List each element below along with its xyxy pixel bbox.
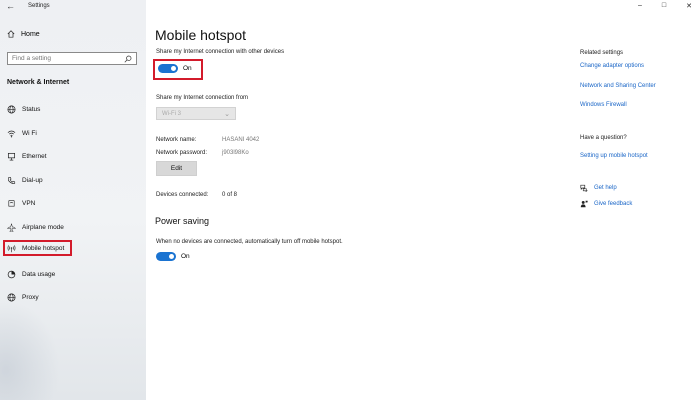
network-name-key: Network name:: [156, 137, 197, 143]
home-link[interactable]: Home: [7, 30, 40, 38]
sidebar-item-label: Mobile hotspot: [22, 244, 65, 252]
title-bar: ← Settings: [0, 0, 146, 14]
main-panel: – □ ✕ Mobile hotspot Share my Internet c…: [146, 0, 700, 400]
give-feedback-link[interactable]: Give feedback: [580, 200, 632, 208]
network-password-value: j903l98Ko: [222, 150, 249, 156]
page-title: Mobile hotspot: [155, 27, 247, 43]
sidebar-item-proxy[interactable]: Proxy: [5, 289, 39, 305]
sidebar-item-status[interactable]: Status: [5, 101, 40, 117]
search-input[interactable]: [8, 55, 118, 62]
change-adapter-options-link[interactable]: Change adapter options: [580, 63, 644, 69]
sidebar-item-vpn[interactable]: VPN: [5, 195, 35, 211]
power-saving-toggle[interactable]: On: [156, 252, 190, 261]
maximize-button[interactable]: □: [662, 2, 666, 10]
section-title: Network & Internet: [7, 79, 70, 86]
sidebar-item-data-usage[interactable]: Data usage: [5, 266, 55, 282]
feedback-person-icon: [580, 200, 588, 208]
devices-connected-key: Devices connected:: [156, 192, 209, 198]
share-from-label: Share my Internet connection from: [156, 95, 249, 101]
sidebar-item-label: Data usage: [22, 270, 56, 278]
sidebar-item-label: Ethernet: [22, 152, 47, 160]
windows-firewall-link[interactable]: Windows Firewall: [580, 102, 627, 108]
ethernet-icon: [7, 152, 16, 160]
home-label: Home: [21, 30, 40, 38]
sidebar-item-wifi[interactable]: Wi Fi: [5, 125, 37, 141]
network-sharing-center-link[interactable]: Network and Sharing Center: [580, 83, 656, 89]
proxy-globe-icon: [7, 293, 16, 301]
sidebar-item-label: Airplane mode: [22, 223, 64, 231]
search-icon[interactable]: [124, 55, 132, 63]
minimize-button[interactable]: –: [638, 2, 642, 10]
close-button[interactable]: ✕: [686, 2, 692, 10]
network-name-value: HASANI 4042: [222, 137, 260, 143]
app-title: Settings: [28, 3, 50, 9]
sidebar-item-label: VPN: [22, 199, 36, 207]
chat-help-icon: [580, 184, 588, 192]
edit-button[interactable]: Edit: [156, 161, 197, 176]
share-from-value: Wi-Fi 3: [162, 110, 181, 117]
give-feedback-label: Give feedback: [594, 201, 633, 207]
globe-icon: [7, 105, 16, 113]
share-toggle[interactable]: On: [158, 64, 192, 73]
power-saving-desc: When no devices are connected, automatic…: [156, 239, 343, 245]
sidebar-item-ethernet[interactable]: Ethernet: [5, 148, 47, 164]
window-controls: – □ ✕: [638, 2, 692, 10]
sidebar-item-label: Wi Fi: [22, 129, 37, 137]
sidebar-item-label: Status: [22, 105, 41, 113]
sidebar-item-mobile-hotspot[interactable]: Mobile hotspot: [3, 240, 73, 256]
phone-icon: [8, 176, 16, 184]
wifi-icon: [7, 130, 16, 137]
related-settings-title: Related settings: [580, 50, 624, 56]
share-from-select[interactable]: Wi-Fi 3 ⌄: [156, 107, 236, 120]
search-box[interactable]: [7, 52, 137, 65]
home-icon: [7, 30, 15, 38]
setting-up-hotspot-link[interactable]: Setting up mobile hotspot: [580, 153, 648, 159]
vpn-icon: [8, 199, 15, 207]
power-saving-toggle-switch[interactable]: [156, 252, 176, 261]
devices-connected-value: 0 of 8: [222, 192, 238, 198]
hotspot-icon: [7, 244, 16, 252]
share-toggle-switch[interactable]: [158, 64, 178, 73]
power-saving-toggle-label: On: [181, 253, 190, 260]
sidebar-item-dialup[interactable]: Dial-up: [5, 172, 43, 188]
share-label: Share my Internet connection with other …: [156, 49, 285, 55]
sidebar-item-label: Dial-up: [22, 176, 43, 184]
network-password-key: Network password:: [156, 150, 208, 156]
back-arrow-icon[interactable]: ←: [6, 1, 15, 11]
data-usage-icon: [7, 270, 16, 278]
sidebar-item-airplane-mode[interactable]: Airplane mode: [5, 219, 64, 235]
share-toggle-label: On: [183, 65, 192, 72]
power-saving-title: Power saving: [155, 216, 210, 226]
airplane-icon: [7, 222, 16, 232]
sidebar-item-label: Proxy: [22, 293, 39, 301]
get-help-label: Get help: [594, 185, 617, 191]
chevron-down-icon: ⌄: [224, 111, 230, 118]
sidebar: ← Settings Home Network & Internet Statu…: [0, 0, 146, 400]
have-a-question-title: Have a question?: [580, 135, 627, 141]
get-help-link[interactable]: Get help: [580, 184, 617, 192]
